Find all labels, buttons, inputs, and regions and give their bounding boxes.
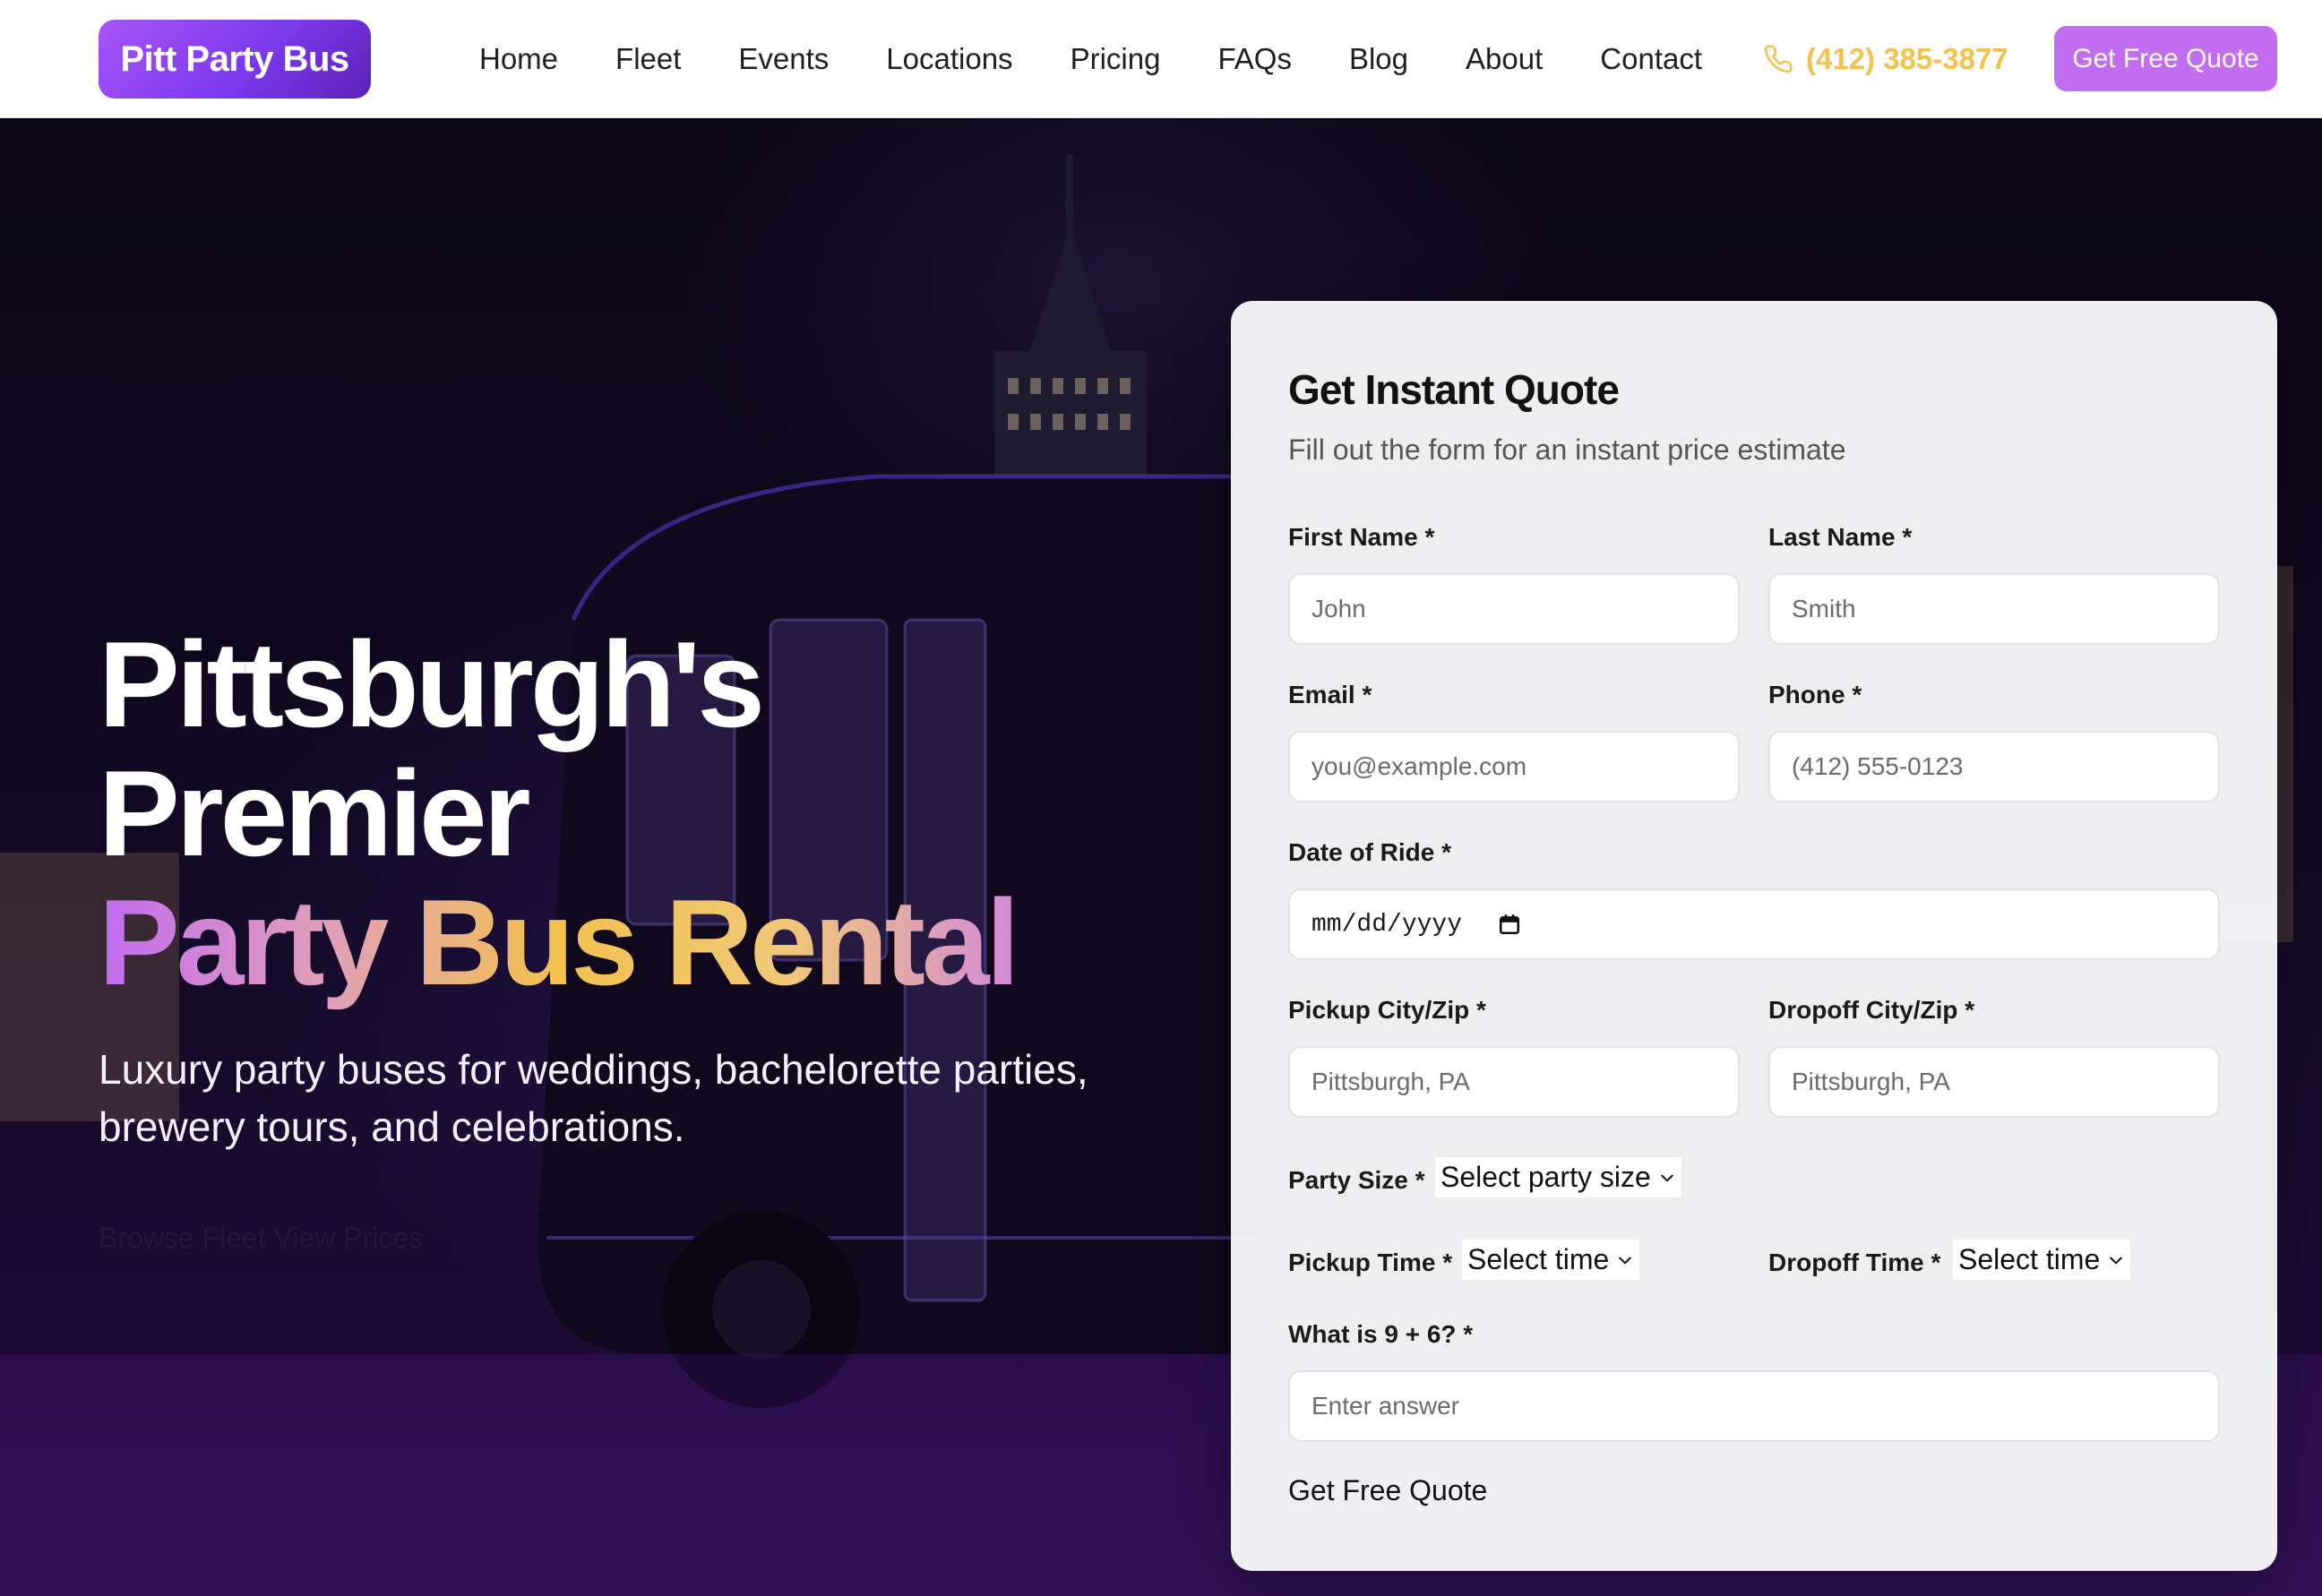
pickup-city-input[interactable] [1288,1046,1740,1118]
captcha-label: What is 9 + 6? * [1288,1320,1474,1348]
party-size-value: Select party size [1440,1161,1651,1193]
chevron-down-icon [2107,1251,2125,1269]
first-name-input[interactable] [1288,573,1740,645]
first-name-label: First Name * [1288,523,1435,551]
phone-icon [1764,45,1793,73]
hero-title-line2: Premier [99,745,531,881]
nav-faqs[interactable]: FAQs [1217,42,1292,76]
hero-title-accent: Party Bus Rental [99,874,1019,1010]
date-label: Date of Ride * [1288,838,1452,866]
hero-title-line1: Pittsburgh's [99,616,765,752]
party-size-select[interactable]: Select party size [1435,1157,1681,1197]
phone-label: Phone * [1768,681,1862,708]
chevron-down-icon [1616,1251,1634,1269]
quote-form-card: Get Instant Quote Fill out the form for … [1231,301,2277,1571]
email-input[interactable] [1288,731,1740,802]
date-input[interactable]: mm/dd/yyyy [1288,888,2220,960]
pickup-time-select[interactable]: Select time [1462,1240,1640,1280]
party-size-label: Party Size * [1288,1166,1425,1194]
phone-link[interactable]: (412) 385-3877 [1763,0,2008,118]
phone-input[interactable] [1768,731,2220,802]
last-name-label: Last Name * [1768,523,1913,551]
dropoff-city-label: Dropoff City/Zip * [1768,996,1975,1024]
pickup-city-label: Pickup City/Zip * [1288,996,1486,1024]
phone-number: (412) 385-3877 [1806,42,2008,75]
nav-blog[interactable]: Blog [1349,42,1408,76]
nav-locations[interactable]: Locations [886,42,1012,76]
pickup-time-value: Select time [1467,1243,1610,1275]
nav-contact[interactable]: Contact [1600,42,1702,76]
date-input-value: mm/dd/yyyy [1312,910,1463,939]
get-free-quote-button[interactable]: Get Free Quote [2054,26,2277,91]
main-nav: Home Fleet Events Locations Pricing FAQs… [479,0,1759,118]
quote-form-title: Get Instant Quote [1288,366,1620,413]
last-name-input[interactable] [1768,573,2220,645]
nav-fleet[interactable]: Fleet [615,42,681,76]
hero-secondary-links[interactable]: Browse Fleet View Prices [99,1222,423,1255]
nav-home[interactable]: Home [479,42,558,76]
dropoff-time-label: Dropoff Time * [1768,1248,1941,1276]
hero-subtitle: Luxury party buses for weddings, bachelo… [99,1046,1088,1150]
pickup-time-label: Pickup Time * [1288,1248,1453,1276]
chevron-down-icon [1658,1169,1676,1187]
submit-quote-button[interactable]: Get Free Quote [1288,1474,1487,1507]
nav-events[interactable]: Events [738,42,829,76]
hero-title: Pittsburgh's Premier Party Bus Rental [99,620,1174,1007]
nav-about[interactable]: About [1466,42,1543,76]
dropoff-time-select[interactable]: Select time [1953,1240,2131,1280]
dropoff-city-input[interactable] [1768,1046,2220,1118]
site-header: Pitt Party Bus Home Fleet Events Locatio… [0,0,2322,118]
nav-pricing[interactable]: Pricing [1071,42,1161,76]
dropoff-time-value: Select time [1958,1243,2101,1275]
site-logo[interactable]: Pitt Party Bus [99,20,371,99]
captcha-input[interactable] [1288,1370,2220,1442]
calendar-icon[interactable] [1498,913,1521,936]
email-label: Email * [1288,681,1372,708]
quote-form-subtitle: Fill out the form for an instant price e… [1288,433,1846,466]
